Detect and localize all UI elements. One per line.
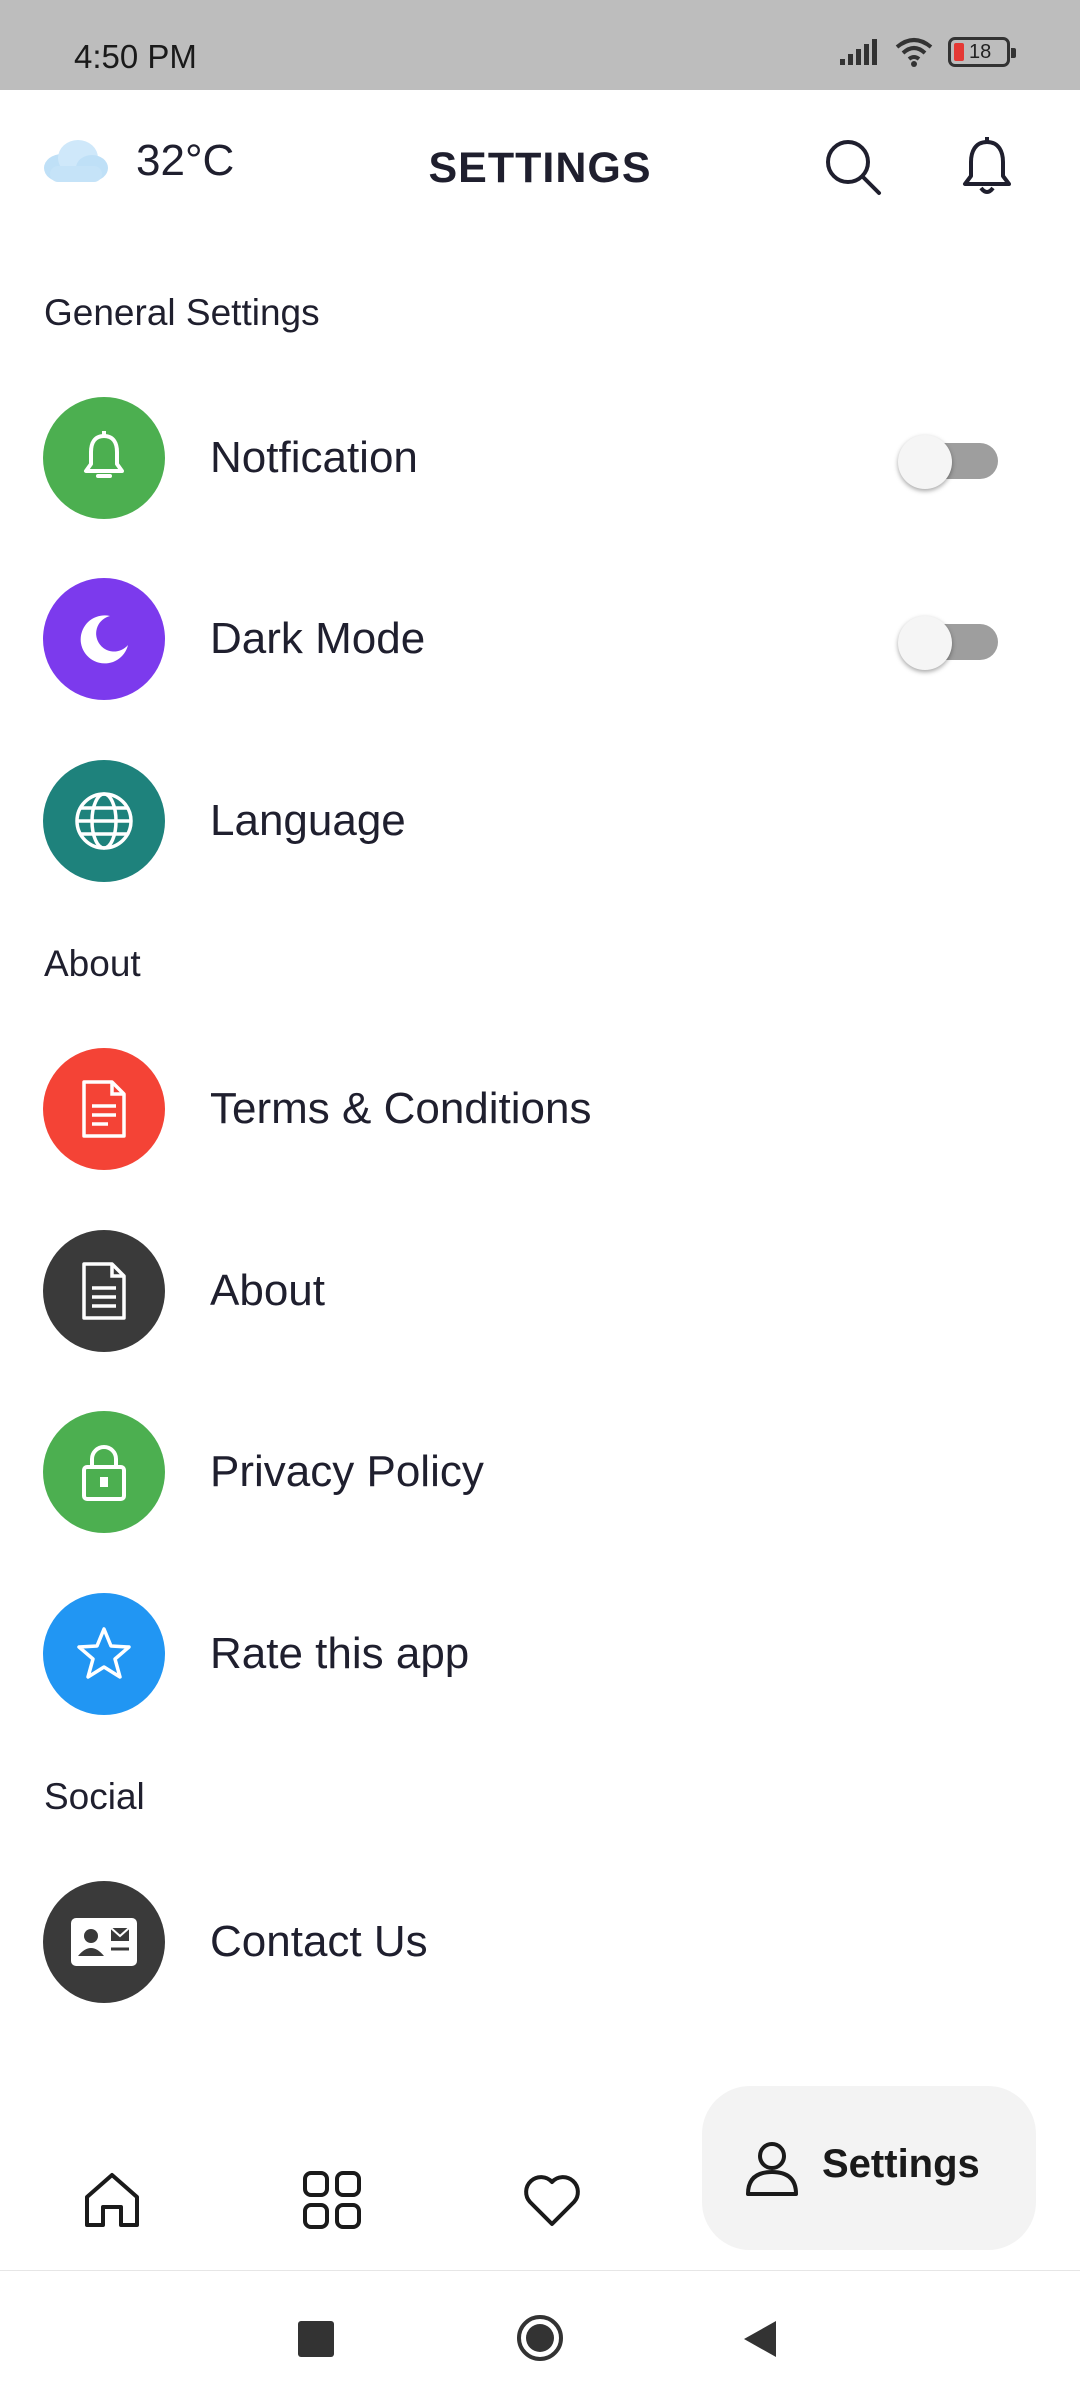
nav-categories[interactable] [292, 2160, 372, 2240]
contact-card-icon [71, 1918, 137, 1966]
notification-toggle[interactable] [898, 433, 1002, 489]
home-icon [85, 2173, 139, 2227]
moon-icon [80, 615, 128, 664]
heart-icon [524, 2175, 580, 2226]
notifications-button[interactable] [952, 132, 1022, 202]
settings-item-label: Contact Us [210, 1917, 428, 1966]
settings-item-label: Notfication [210, 433, 418, 482]
person-icon [746, 2142, 798, 2196]
language-icon-badge [43, 760, 165, 882]
about-icon-badge [43, 1230, 165, 1352]
nav-favorites[interactable] [512, 2160, 592, 2240]
settings-item-language[interactable]: Language [0, 756, 1080, 886]
settings-item-rate[interactable]: Rate this app [0, 1589, 1080, 1719]
battery-level: 18 [969, 41, 992, 63]
settings-item-label: About [210, 1266, 325, 1315]
wifi-icon [895, 38, 933, 67]
status-time: 4:50 PM [74, 38, 197, 75]
app-header: 32°C SETTINGS [0, 90, 1080, 250]
globe-icon [75, 792, 133, 850]
bottom-nav: Settings [0, 2070, 1080, 2270]
settings-item-dark-mode[interactable]: Dark Mode [0, 574, 1080, 704]
section-title-general: General Settings [44, 292, 320, 333]
privacy-icon-badge [43, 1411, 165, 1533]
grid-icon [303, 2171, 361, 2229]
settings-item-label: Terms & Conditions [210, 1084, 592, 1133]
dark-mode-icon-badge [43, 578, 165, 700]
search-button[interactable] [818, 132, 888, 202]
star-icon [77, 1627, 131, 1679]
nav-settings-label: Settings [822, 2142, 980, 2186]
settings-item-label: Dark Mode [210, 614, 426, 663]
settings-item-label: Privacy Policy [210, 1447, 484, 1496]
document-icon [82, 1080, 126, 1138]
status-bar: 4:50 PM 18 [0, 0, 1080, 90]
settings-item-notification[interactable]: Notfication [0, 393, 1080, 523]
nav-home[interactable] [72, 2160, 152, 2240]
bell-icon [963, 137, 1011, 194]
system-nav-bar [0, 2270, 1080, 2401]
status-icons: 18 [838, 36, 1016, 68]
page-title: SETTINGS [428, 144, 652, 192]
settings-item-label: Rate this app [210, 1629, 470, 1678]
settings-item-label: Language [210, 796, 406, 845]
document-icon [82, 1262, 126, 1320]
section-title-about: About [44, 943, 141, 984]
dark-mode-toggle[interactable] [898, 614, 1002, 670]
recent-apps-button[interactable] [298, 2321, 334, 2357]
lock-icon [82, 1445, 126, 1501]
contact-icon-badge [43, 1881, 165, 2003]
bell-icon [84, 431, 124, 478]
search-icon [826, 140, 881, 195]
settings-item-privacy[interactable]: Privacy Policy [0, 1407, 1080, 1537]
notification-icon-badge [43, 397, 165, 519]
nav-settings[interactable]: Settings [702, 2086, 1036, 2250]
settings-item-contact[interactable]: Contact Us [0, 1877, 1080, 2007]
home-button[interactable] [515, 2313, 565, 2363]
battery-icon: 18 [948, 37, 1016, 67]
signal-icon [840, 39, 877, 65]
section-title-social: Social [44, 1776, 145, 1817]
rate-icon-badge [43, 1593, 165, 1715]
settings-item-terms[interactable]: Terms & Conditions [0, 1044, 1080, 1174]
back-button[interactable] [740, 2319, 780, 2359]
terms-icon-badge [43, 1048, 165, 1170]
settings-item-about[interactable]: About [0, 1226, 1080, 1356]
